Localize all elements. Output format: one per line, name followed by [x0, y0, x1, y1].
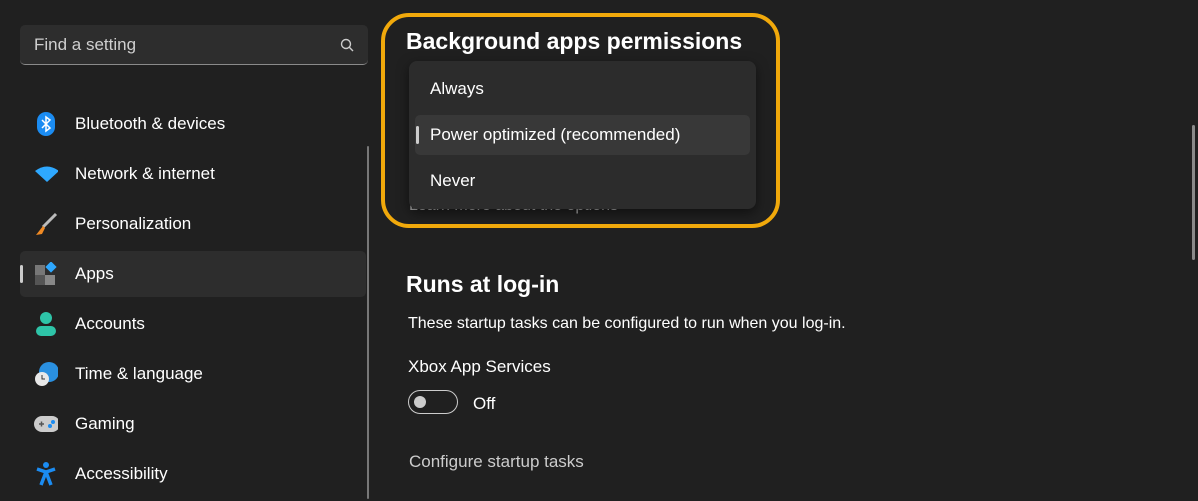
- task-name: Xbox App Services: [408, 357, 551, 376]
- sidebar-nav: Bluetooth & devices Network & internet P…: [20, 101, 366, 501]
- search-icon: [340, 38, 354, 51]
- sidebar-item-time-language[interactable]: Time & language: [20, 351, 366, 397]
- sidebar-item-accessibility[interactable]: Accessibility: [20, 451, 366, 497]
- wifi-icon: [34, 162, 58, 186]
- content-scrollbar[interactable]: [1192, 125, 1195, 260]
- sidebar-item-label: Time & language: [75, 364, 203, 383]
- runs-at-login-title: Runs at log-in: [406, 271, 560, 297]
- sidebar-item-personalization[interactable]: Personalization: [20, 201, 366, 247]
- runs-description: These startup tasks can be configured to…: [408, 315, 846, 332]
- sidebar-item-label: Apps: [75, 264, 114, 283]
- sidebar-item-gaming[interactable]: Gaming: [20, 401, 366, 447]
- sidebar-item-network[interactable]: Network & internet: [20, 151, 366, 197]
- configure-startup-tasks-link[interactable]: Configure startup tasks: [409, 452, 584, 472]
- highlight-outline: [381, 13, 780, 228]
- apps-icon: [34, 262, 58, 286]
- brush-icon: [34, 212, 58, 236]
- sidebar-item-apps[interactable]: Apps: [20, 251, 366, 297]
- sidebar-item-label: Bluetooth & devices: [75, 114, 226, 133]
- sidebar-item-label: Accounts: [75, 314, 145, 333]
- bluetooth-icon: [34, 112, 58, 136]
- search-placeholder: Find a setting: [34, 34, 137, 54]
- accessibility-icon: [34, 462, 58, 486]
- search-input[interactable]: Find a setting: [20, 25, 368, 65]
- xbox-services-toggle[interactable]: [408, 390, 458, 414]
- gamepad-icon: [34, 412, 58, 436]
- toggle-state-label: Off: [473, 394, 496, 413]
- sidebar-item-accounts[interactable]: Accounts: [20, 301, 366, 347]
- sidebar-item-label: Network & internet: [75, 164, 215, 183]
- sidebar-scrollbar[interactable]: [367, 146, 369, 499]
- sidebar-item-label: Accessibility: [75, 464, 168, 483]
- sidebar-item-label: Personalization: [75, 214, 192, 233]
- globe-clock-icon: [34, 362, 58, 386]
- person-icon: [34, 312, 58, 336]
- sidebar-item-label: Gaming: [75, 414, 135, 433]
- sidebar-item-bluetooth[interactable]: Bluetooth & devices: [20, 101, 366, 147]
